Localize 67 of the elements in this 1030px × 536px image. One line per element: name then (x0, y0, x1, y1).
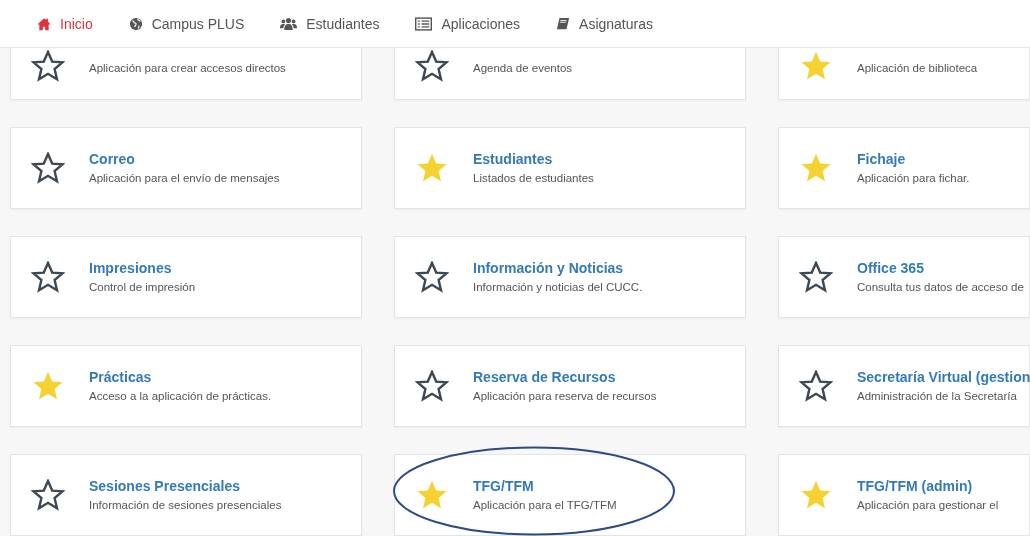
star-icon[interactable] (31, 261, 65, 293)
star-icon[interactable] (31, 370, 65, 402)
app-description: Aplicación para gestionar el (857, 498, 999, 511)
app-card[interactable]: Secretaría Virtual (gestion Administración de la Secretaría (778, 345, 1030, 427)
app-card[interactable]: Información y Noticias Información y noticias del CUCC. (394, 236, 746, 318)
app-card[interactable]: Estudiantes Listados de estudiantes (394, 127, 746, 209)
app-description: Información de sesiones presenciales (89, 498, 282, 511)
app-description: Consulta tus datos de acceso de (857, 280, 1024, 293)
app-title-link[interactable]: Prácticas (89, 368, 272, 385)
app-description: Aplicación para reserva de recursos (473, 389, 657, 402)
app-card[interactable]: Aplicación para crear accesos directos (10, 48, 362, 100)
nav-link[interactable]: Campus PLUS (128, 9, 245, 38)
app-description: Listados de estudiantes (473, 171, 594, 184)
star-icon[interactable] (31, 50, 65, 82)
app-title-link[interactable]: Office 365 (857, 259, 1024, 276)
app-title-link[interactable]: Secretaría Virtual (gestion (857, 368, 1030, 385)
app-description: Aplicación para el TFG/TFM (473, 498, 617, 511)
app-title-link[interactable]: Estudiantes (473, 150, 594, 167)
star-icon[interactable] (799, 370, 833, 402)
nav-link[interactable]: Estudiantes (280, 9, 380, 38)
nav-link[interactable]: Aplicaciones (415, 9, 521, 38)
list-icon (415, 16, 433, 31)
star-icon[interactable] (415, 370, 449, 402)
star-icon[interactable] (415, 50, 449, 82)
app-card[interactable]: Correo Aplicación para el envío de mensajes (10, 127, 362, 209)
star-icon[interactable] (799, 50, 833, 82)
app-title-link[interactable]: Información y Noticias (473, 259, 643, 276)
app-card[interactable]: Sesiones Presenciales Información de sesiones presenciales (10, 454, 362, 536)
app-title-link[interactable]: Sesiones Presenciales (89, 477, 282, 494)
app-card[interactable]: Reserva de Recursos Aplicación para reserva de recursos (394, 345, 746, 427)
app-description: Agenda de eventos (473, 62, 573, 74)
app-card[interactable]: Office 365 Consulta tus datos de acceso de (778, 236, 1030, 318)
app-card[interactable]: Prácticas Acceso a la aplicación de prácticas. (10, 345, 362, 427)
app-card[interactable]: TFG/TFM Aplicación para el TFG/TFM (394, 454, 746, 536)
app-title-link[interactable]: TFG/TFM (admin) (857, 477, 999, 494)
app-description: Control de impresión (89, 280, 196, 293)
star-icon[interactable] (415, 152, 449, 184)
home-icon (37, 16, 51, 31)
globe-icon (128, 16, 143, 31)
app-card[interactable]: Impresiones Control de impresión (10, 236, 362, 318)
star-icon[interactable] (31, 152, 65, 184)
app-description: Aplicación para fichar. (857, 171, 970, 184)
star-icon[interactable] (415, 261, 449, 293)
app-card[interactable]: Fichaje Aplicación para fichar. (778, 127, 1030, 209)
app-description: Acceso a la aplicación de prácticas. (89, 389, 272, 402)
star-icon[interactable] (799, 479, 833, 511)
app-card[interactable]: Aplicación de biblioteca (778, 48, 1030, 100)
app-description: Aplicación de biblioteca (857, 62, 978, 74)
book-icon (556, 16, 571, 31)
nav-link[interactable]: Asignaturas (556, 9, 653, 38)
star-icon[interactable] (31, 479, 65, 511)
app-title-link[interactable]: Fichaje (857, 150, 970, 167)
nav-link[interactable]: Inicio (37, 9, 93, 38)
app-card[interactable]: Agenda de eventos (394, 48, 746, 100)
app-title-link[interactable]: Reserva de Recursos (473, 368, 657, 385)
star-icon[interactable] (799, 261, 833, 293)
app-title-link[interactable]: Impresiones (89, 259, 196, 276)
app-description: Aplicación para el envío de mensajes (89, 171, 280, 184)
app-card[interactable]: TFG/TFM (admin) Aplicación para gestionar el (778, 454, 1030, 536)
app-title-link[interactable]: Correo (89, 150, 280, 167)
app-description: Información y noticias del CUCC. (473, 280, 643, 293)
star-icon[interactable] (415, 479, 449, 511)
app-title-link[interactable]: TFG/TFM (473, 477, 617, 494)
app-description: Administración de la Secretaría (857, 389, 1018, 402)
star-icon[interactable] (799, 152, 833, 184)
users-icon (280, 16, 298, 31)
app-description: Aplicación para crear accesos directos (89, 62, 286, 74)
